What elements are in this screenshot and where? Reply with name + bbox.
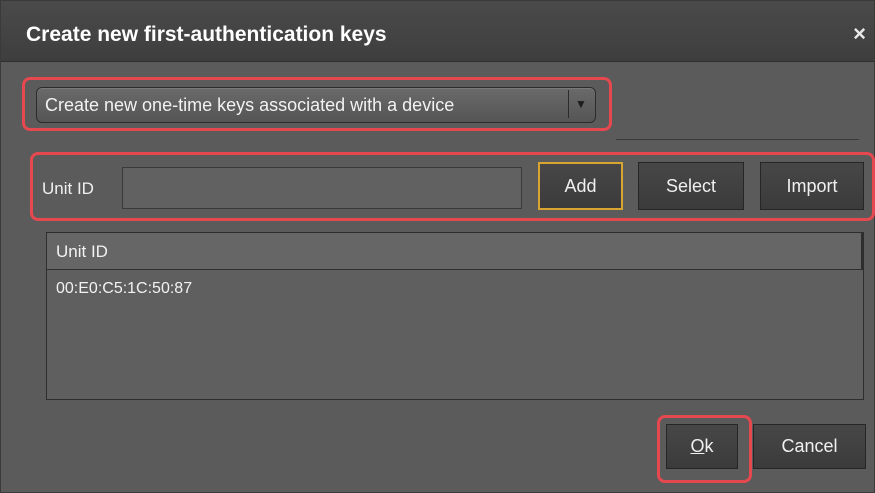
column-divider — [861, 233, 863, 270]
key-mode-selected-value: Create new one-time keys associated with… — [45, 95, 455, 115]
create-keys-dialog: Create new first-authentication keys × C… — [0, 0, 875, 493]
close-icon[interactable]: × — [853, 21, 866, 47]
dialog-title: Create new first-authentication keys — [26, 23, 387, 46]
title-bar: Create new first-authentication keys × — [1, 1, 874, 62]
unit-id-input[interactable] — [122, 167, 522, 209]
ok-label-rest: k — [704, 436, 714, 456]
cancel-button[interactable]: Cancel — [753, 424, 866, 469]
unit-id-table: Unit ID 00:E0:C5:1C:50:87 — [46, 232, 864, 400]
table-header[interactable]: Unit ID — [47, 233, 863, 270]
separator-line — [616, 139, 859, 140]
table-row[interactable]: 00:E0:C5:1C:50:87 — [56, 280, 192, 298]
column-header-unit-id[interactable]: Unit ID — [56, 242, 108, 262]
ok-button[interactable]: Ok — [666, 424, 738, 469]
unit-id-label: Unit ID — [42, 179, 94, 198]
add-button[interactable]: Add — [538, 162, 623, 210]
dropdown-arrow-icon[interactable]: ▼ — [568, 90, 593, 118]
import-button[interactable]: Import — [760, 162, 864, 210]
select-button[interactable]: Select — [638, 162, 744, 210]
key-mode-select[interactable]: Create new one-time keys associated with… — [36, 87, 596, 123]
ok-mnemonic-label: O — [690, 436, 705, 456]
